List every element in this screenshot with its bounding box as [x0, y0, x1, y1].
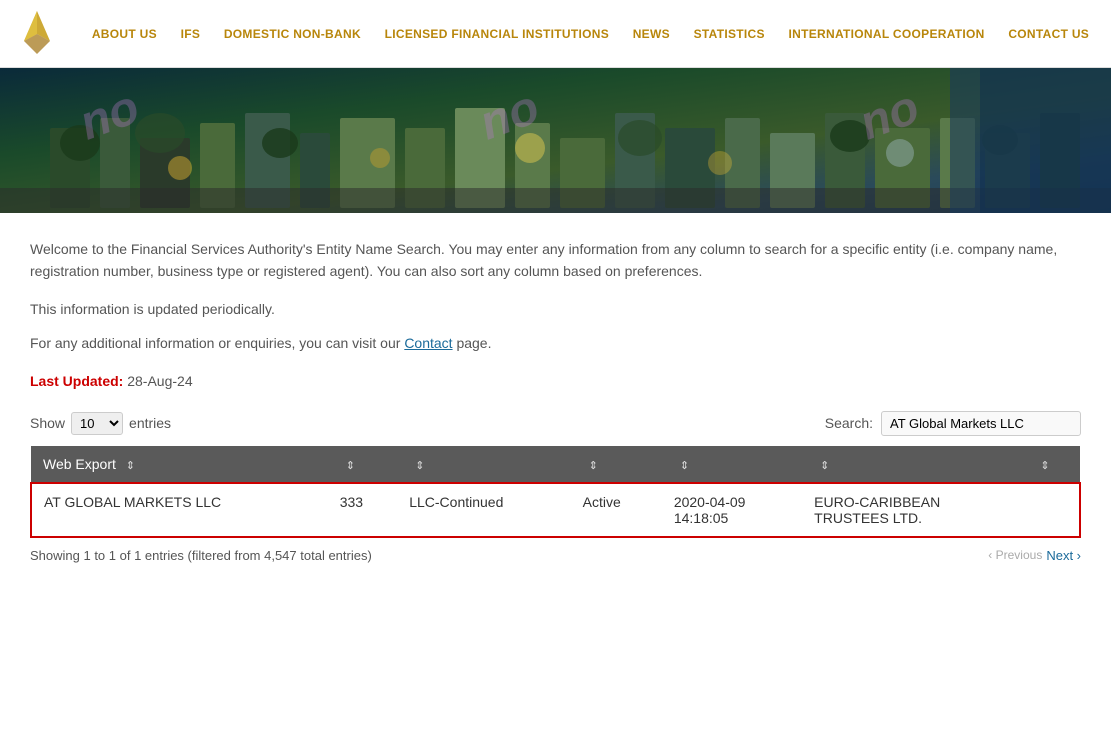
nav-item-about-us[interactable]: ABOUT US — [92, 27, 157, 41]
contact-paragraph: For any additional information or enquir… — [30, 335, 1081, 351]
site-logo[interactable] — [10, 6, 65, 61]
th-col5[interactable]: ⇕ — [662, 446, 802, 483]
table-cell-3: LLC-Continued — [397, 483, 570, 537]
table-footer: Showing 1 to 1 of 1 entries (filtered fr… — [30, 548, 1081, 563]
search-label: Search: — [825, 415, 873, 431]
table-row: AT GLOBAL MARKETS LLC333LLC-ContinuedAct… — [31, 483, 1080, 537]
th-col4[interactable]: ⇕ — [571, 446, 662, 483]
nav-item-news[interactable]: NEWS — [633, 27, 670, 41]
showing-text: Showing 1 to 1 of 1 entries (filtered fr… — [30, 548, 372, 563]
th-col6[interactable]: ⇕ — [802, 446, 1022, 483]
table-cell-5: 2020-04-0914:18:05 — [662, 483, 802, 537]
intro-paragraph: Welcome to the Financial Services Author… — [30, 238, 1081, 283]
show-label: Show — [30, 415, 65, 431]
th-col7[interactable]: ⇕ — [1022, 446, 1080, 483]
nav-item-ifs[interactable]: IFS — [181, 27, 201, 41]
main-content: Welcome to the Financial Services Author… — [0, 213, 1111, 588]
table-cell-6: EURO-CARIBBEANTRUSTEES LTD. — [802, 483, 1022, 537]
table-head: Web Export ⇕ ⇕ ⇕ ⇕ ⇕ ⇕ ⇕ — [31, 446, 1080, 483]
nav-item-contact-us[interactable]: CONTACT US — [1008, 27, 1089, 41]
search-area: Search: — [825, 411, 1081, 436]
last-updated-line: Last Updated: 28-Aug-24 — [30, 373, 1081, 389]
show-entries-control: Show 102550100 entries — [30, 412, 171, 435]
navigation: ABOUT US IFS DOMESTIC NON-BANK LICENSED FIN… — [0, 0, 1111, 68]
table-header-row: Web Export ⇕ ⇕ ⇕ ⇕ ⇕ ⇕ ⇕ — [31, 446, 1080, 483]
previous-button[interactable]: ‹ Previous — [988, 548, 1042, 562]
contact-link[interactable]: Contact — [404, 335, 452, 351]
logo-svg — [10, 6, 65, 61]
th-web-export[interactable]: Web Export ⇕ — [31, 446, 328, 483]
contact-text-after: page. — [453, 335, 492, 351]
table-controls: Show 102550100 entries Search: — [30, 411, 1081, 436]
entries-select[interactable]: 102550100 — [71, 412, 123, 435]
table-cell-7 — [1022, 483, 1080, 537]
last-updated-value: 28-Aug-24 — [127, 373, 192, 389]
last-updated-label: Last Updated: — [30, 373, 123, 389]
nav-item-licensed-financial-institutions[interactable]: LICENSED FINANCIAL INSTITUTIONS — [385, 27, 609, 41]
hero-image: no no no — [0, 68, 1111, 213]
table-cell-2: 333 — [328, 483, 398, 537]
entries-label: entries — [129, 415, 171, 431]
sort-icon: ⇕ — [126, 460, 135, 472]
search-input[interactable] — [881, 411, 1081, 436]
contact-text-before: For any additional information or enquir… — [30, 335, 404, 351]
pagination-controls: ‹ Previous Next › — [988, 548, 1081, 563]
updated-notice: This information is updated periodically… — [30, 301, 1081, 317]
table-body: AT GLOBAL MARKETS LLC333LLC-ContinuedAct… — [31, 483, 1080, 537]
nav-item-international-cooperation[interactable]: INTERNATIONAL COOPERATION — [788, 27, 984, 41]
table-cell-4: Active — [571, 483, 662, 537]
table-cell-1: AT GLOBAL MARKETS LLC — [31, 483, 328, 537]
nav-item-statistics[interactable]: STATISTICS — [694, 27, 765, 41]
next-button[interactable]: Next › — [1046, 548, 1081, 563]
nav-item-domestic-non-bank[interactable]: DOMESTIC NON-BANK — [224, 27, 361, 41]
hero-illustration — [0, 68, 1111, 213]
data-table: Web Export ⇕ ⇕ ⇕ ⇕ ⇕ ⇕ ⇕ AT GLOBAL MARKE… — [30, 446, 1081, 538]
th-col3[interactable]: ⇕ — [397, 446, 570, 483]
nav-items-container: ABOUT US IFS DOMESTIC NON-BANK LICENSED FIN… — [80, 27, 1101, 41]
th-col2[interactable]: ⇕ — [328, 446, 398, 483]
